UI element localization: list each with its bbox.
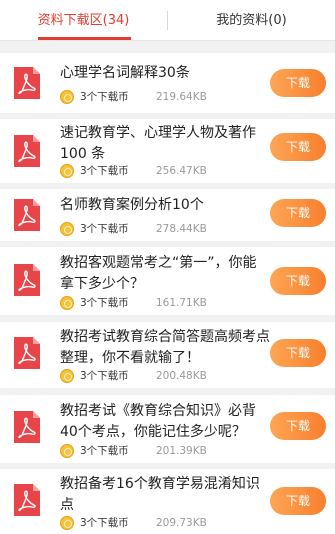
pdf-file-icon <box>14 67 40 99</box>
download-button[interactable]: 下载 <box>270 267 326 295</box>
download-button[interactable]: 下载 <box>270 69 326 97</box>
tab-my-materials[interactable]: 我的资料(0) <box>168 0 335 41</box>
coin-icon <box>60 222 74 236</box>
download-cost: 3个下载币 <box>80 297 129 309</box>
download-cost: 3个下载币 <box>80 370 129 382</box>
file-size: 256.47KB <box>156 165 207 177</box>
list-item[interactable]: 名师教育案例分析10个 3个下载币 278.44KB 下载 <box>0 189 335 241</box>
list-item[interactable]: 教招备考16个教育学易混淆知识点 3个下载币 209.73KB 下载 <box>0 469 335 534</box>
download-cost: 3个下载币 <box>80 223 129 235</box>
coin-icon <box>60 444 74 458</box>
download-button[interactable]: 下载 <box>270 199 326 227</box>
tab-download-area[interactable]: 资料下载区(34) <box>0 0 167 41</box>
coin-icon <box>60 516 74 530</box>
pdf-file-icon <box>14 337 40 369</box>
file-size: 201.39KB <box>156 445 207 457</box>
download-button[interactable]: 下载 <box>270 487 326 515</box>
tab-bar: 资料下载区(34) 我的资料(0) <box>0 0 335 41</box>
pdf-file-icon <box>14 135 40 167</box>
file-size: 161.71KB <box>156 297 207 309</box>
file-size: 219.64KB <box>156 91 207 103</box>
pdf-file-icon <box>14 264 40 296</box>
item-title[interactable]: 教招考试教育综合简答题高频考点整理，你不看就输了！ <box>60 327 270 369</box>
item-title[interactable]: 教招考试《教育综合知识》必背40个考点，你能记住多少呢？ <box>60 401 270 443</box>
file-size: 209.73KB <box>156 517 207 529</box>
item-title[interactable]: 心理学名词解释30条 <box>60 63 270 84</box>
download-cost: 3个下载币 <box>80 91 129 103</box>
download-cost: 3个下载币 <box>80 165 129 177</box>
file-size: 278.44KB <box>156 223 207 235</box>
download-cost: 3个下载币 <box>80 445 129 457</box>
list-item[interactable]: 教招考试教育综合简答题高频考点整理，你不看就输了！ 3个下载币 200.48KB… <box>0 322 335 388</box>
download-button[interactable]: 下载 <box>270 412 326 440</box>
item-title[interactable]: 名师教育案例分析10个 <box>60 195 270 216</box>
pdf-file-icon <box>14 484 40 516</box>
pdf-file-icon <box>14 199 40 231</box>
active-tab-indicator <box>38 37 131 40</box>
item-title[interactable]: 速记教育学、心理学人物及著作100 条 <box>60 123 270 165</box>
coin-icon <box>60 296 74 310</box>
item-title[interactable]: 教招客观题常考之“第一”，你能拿下多少个？ <box>60 253 270 295</box>
coin-icon <box>60 164 74 178</box>
download-button[interactable]: 下载 <box>270 133 326 161</box>
coin-icon <box>60 369 74 383</box>
item-title[interactable]: 教招备考16个教育学易混淆知识点 <box>60 474 270 516</box>
pdf-file-icon <box>14 411 40 443</box>
download-cost: 3个下载币 <box>80 517 129 529</box>
list-item[interactable]: 教招考试《教育综合知识》必背40个考点，你能记住多少呢？ 3个下载币 201.3… <box>0 395 335 463</box>
file-size: 200.48KB <box>156 370 207 382</box>
list-item[interactable]: 心理学名词解释30条 3个下载币 219.64KB 下载 <box>0 53 335 113</box>
list-item[interactable]: 速记教育学、心理学人物及著作100 条 3个下载币 256.47KB 下载 <box>0 119 335 183</box>
download-button[interactable]: 下载 <box>270 339 326 367</box>
coin-icon <box>60 90 74 104</box>
list-item[interactable]: 教招客观题常考之“第一”，你能拿下多少个？ 3个下载币 161.71KB 下载 <box>0 247 335 315</box>
